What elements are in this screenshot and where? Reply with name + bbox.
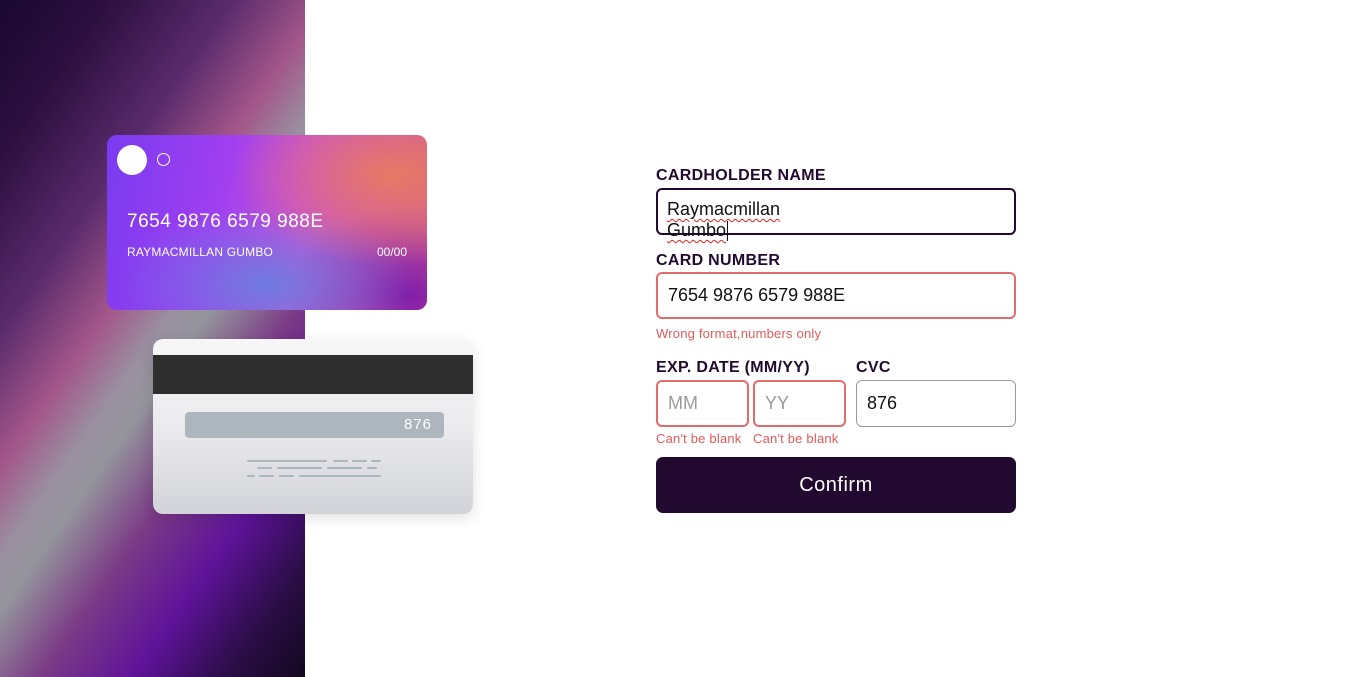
cardholder-name-label: CARDHOLDER NAME (656, 167, 826, 184)
cardholder-name-text: Raymacmillan Gumbo (667, 199, 781, 240)
card-front: 7654 9876 6579 988E RAYMACMILLAN GUMBO 0… (107, 135, 427, 310)
expiry-date-label: EXP. DATE (MM/YY) (656, 359, 810, 376)
expiry-year-input[interactable] (753, 380, 846, 427)
expiry-year-error: Can't be blank (753, 431, 839, 446)
cvc-input[interactable] (856, 380, 1016, 427)
expiry-month-error: Can't be blank (656, 431, 742, 446)
confirm-button[interactable]: Confirm (656, 457, 1016, 513)
card-front-expiry: 00/00 (376, 245, 407, 259)
card-back: 876 (153, 339, 473, 514)
card-front-number: 7654 9876 6579 988E (127, 211, 324, 232)
card-number-label: CARD NUMBER (656, 252, 781, 269)
expiry-month-input[interactable] (656, 380, 749, 427)
cvc-label: CVC (856, 359, 891, 376)
card-logo-circle-large (117, 145, 147, 175)
card-front-holder: RAYMACMILLAN GUMBO (127, 245, 274, 259)
cardholder-name-value: Raymacmillan Gumbo (667, 199, 781, 242)
magnetic-stripe (153, 355, 473, 394)
page: 7654 9876 6579 988E RAYMACMILLAN GUMBO 0… (0, 0, 1366, 677)
card-logo-circle-small (157, 153, 170, 166)
signature-strip: 876 (185, 412, 444, 438)
card-number-input[interactable] (656, 272, 1016, 319)
text-caret (727, 221, 729, 242)
card-number-error: Wrong format,numbers only (656, 326, 822, 341)
card-back-cvc: 876 (403, 416, 432, 433)
